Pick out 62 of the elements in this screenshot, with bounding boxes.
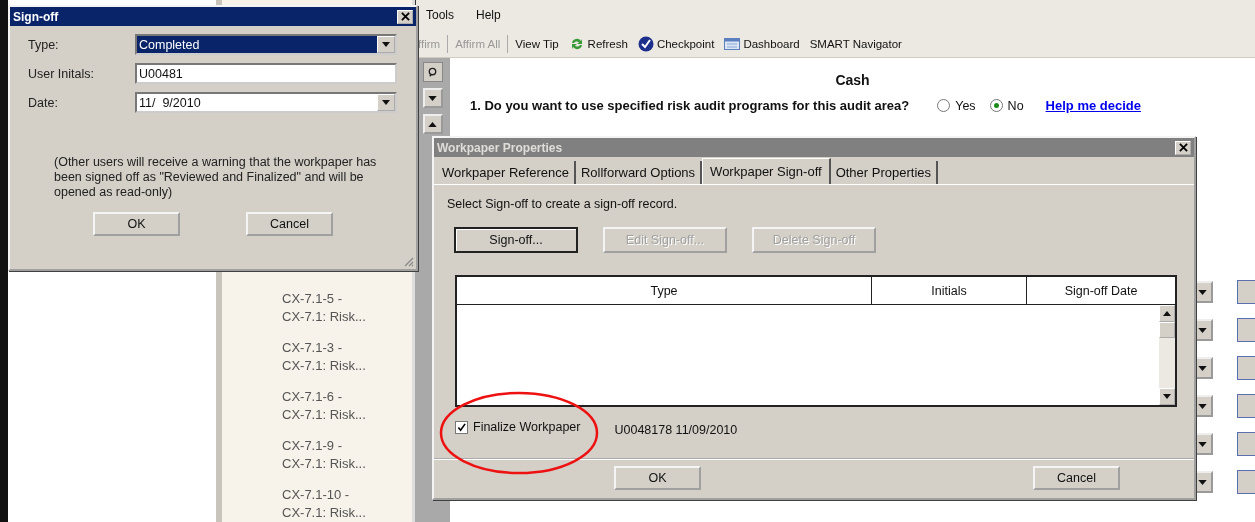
down-arrow-icon — [382, 100, 390, 105]
dialog-button[interactable]: Cancel — [246, 212, 333, 236]
question-text: 1. Do you want to use specified risk audit programs for this audit area? — [470, 98, 910, 113]
down-arrow-icon — [1197, 403, 1207, 409]
toolbar-button[interactable]: Dashboard — [721, 33, 803, 54]
down-arrow-icon — [428, 95, 437, 101]
sign-off-action-button[interactable]: Sign-off... — [454, 227, 578, 253]
radio-option[interactable]: Yes — [937, 98, 976, 113]
toolbar-button[interactable]: SMART Navigator — [806, 35, 905, 52]
field-label: Type: — [28, 37, 60, 52]
finalize-checkbox[interactable]: Finalize Workpaper — [455, 420, 581, 434]
up-arrow-icon — [1163, 311, 1171, 316]
dashboard-icon — [724, 35, 741, 52]
workpaper-list-item[interactable]: CX-7.1-6 - CX-7.1: Risk... — [282, 388, 412, 424]
down-arrow-icon — [1197, 289, 1207, 295]
checkmark-circle-icon — [637, 35, 654, 52]
workpaper-list-item[interactable]: CX-7.1-5 - CX-7.1: Risk... — [282, 290, 412, 326]
down-arrow-icon — [1197, 327, 1207, 333]
column-header[interactable]: Initials — [872, 277, 1027, 304]
dialog-button[interactable]: OK — [93, 212, 180, 236]
toolbar-button[interactable]: View Tip — [512, 35, 562, 52]
field-label: User Initals: — [28, 66, 95, 81]
radio-option[interactable]: No — [989, 98, 1024, 113]
menu-item[interactable]: Tools — [426, 8, 454, 22]
dialog-title: Workpaper Properties — [437, 140, 563, 155]
workpaper-list-item[interactable]: CX-7.1-10 - CX-7.1: Risk... — [282, 486, 412, 522]
close-button[interactable] — [397, 9, 413, 24]
workpaper-list-item[interactable]: CX-7.1-9 - CX-7.1: Risk... — [282, 437, 412, 473]
section-heading: Cash — [834, 72, 871, 88]
down-arrow-icon — [1197, 441, 1207, 447]
field-label: Date: — [28, 95, 59, 110]
initials-input-field[interactable]: U00481 — [135, 63, 397, 84]
warning-note: (Other users will receive a warning that the workpaper has been signed off as "Reviewed and Finalized" and will be opened as read-only) — [54, 155, 378, 200]
scrollbar[interactable] — [1159, 305, 1175, 405]
help-link[interactable]: Help me decide — [1045, 98, 1141, 113]
dialog-title: Sign-off — [13, 9, 59, 24]
down-arrow-icon — [1197, 365, 1207, 371]
tab[interactable]: Workpaper Sign-off — [702, 158, 831, 184]
down-arrow-icon — [1197, 479, 1207, 485]
resize-grip-icon[interactable] — [402, 255, 414, 267]
dropdown-field[interactable]: 11/ 9/2010 — [135, 92, 397, 113]
dropdown-field[interactable]: Completed — [135, 34, 397, 55]
close-icon — [1178, 143, 1188, 152]
down-arrow-icon — [382, 42, 390, 47]
dialog-button[interactable]: Cancel — [1033, 466, 1120, 490]
scroll-down-button[interactable] — [422, 88, 443, 108]
toolbar-button[interactable]: Refresh — [565, 33, 631, 54]
dialog-button[interactable]: OK — [614, 466, 701, 490]
checkmark-icon — [457, 422, 466, 432]
pin-button[interactable] — [422, 62, 443, 82]
toolbar-button[interactable]: Checkpoint — [634, 33, 718, 54]
close-icon — [400, 12, 410, 21]
down-arrow-icon — [1163, 394, 1171, 399]
scroll-up-button[interactable] — [422, 114, 443, 134]
signed-by-text: U0048178 11/09/2010 — [614, 423, 738, 437]
column-header[interactable]: Sign-off Date — [1027, 277, 1175, 304]
instruction-text: Select Sign-off to create a sign-off record. — [447, 197, 679, 211]
column-header[interactable]: Type — [457, 277, 872, 304]
up-arrow-icon — [428, 121, 437, 127]
workpaper-list-item[interactable]: CX-7.1-3 - CX-7.1: Risk... — [282, 339, 412, 375]
menu-item[interactable]: Help — [476, 8, 501, 22]
scrollbar-thumb[interactable] — [1159, 322, 1175, 338]
